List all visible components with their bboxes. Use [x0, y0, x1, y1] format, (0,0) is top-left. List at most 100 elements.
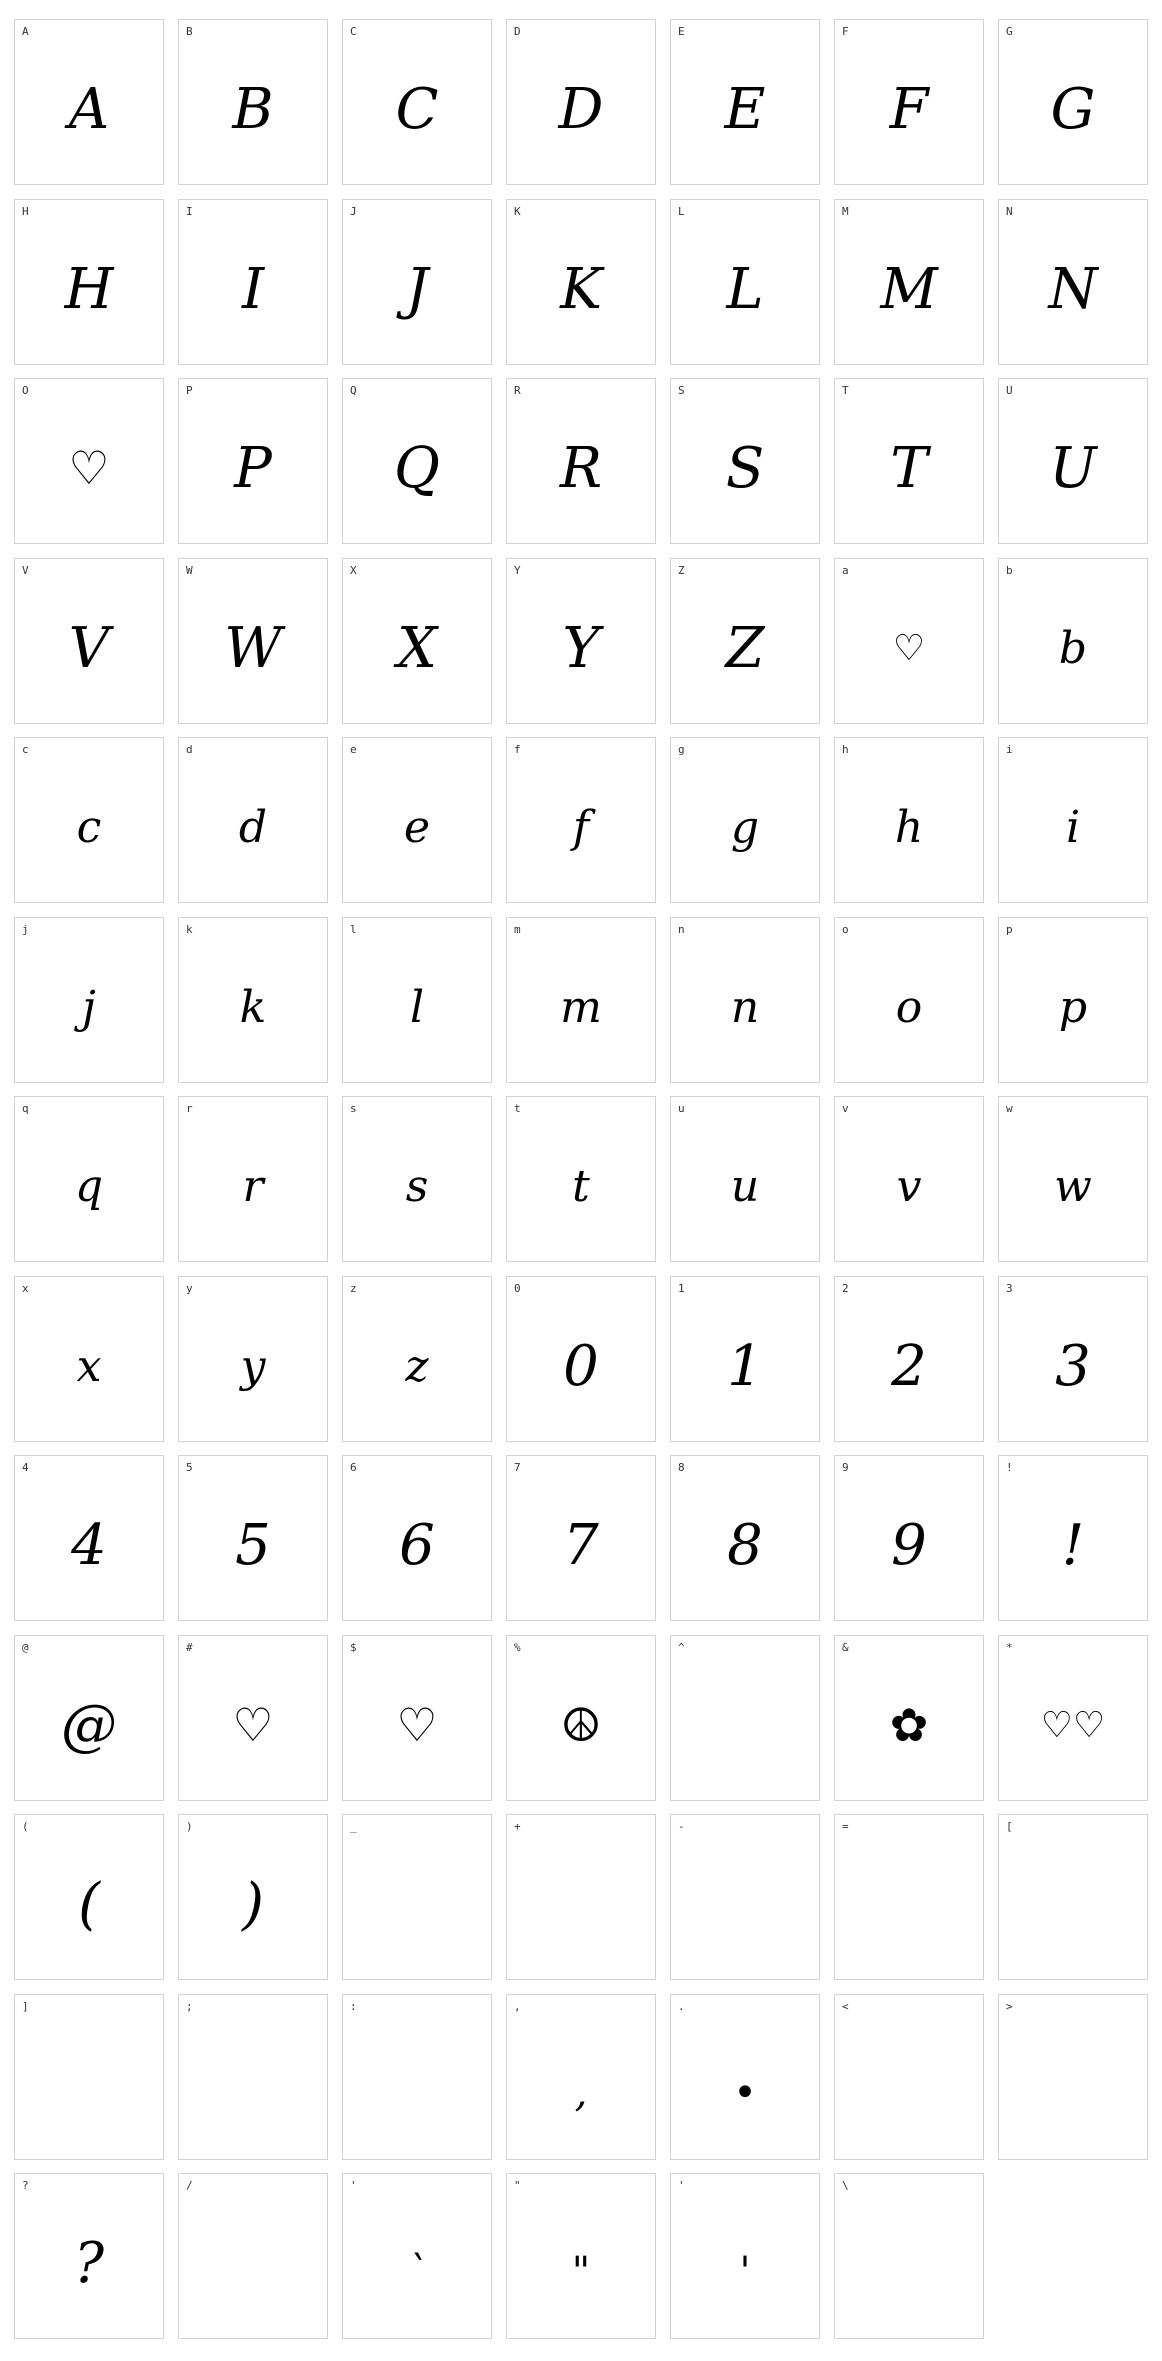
glyph-sample: h [894, 801, 924, 853]
glyph-cell: + [506, 1814, 656, 1980]
glyph-sample: l [409, 981, 425, 1033]
glyph-cell: MM [834, 199, 984, 365]
glyph-cell: gg [670, 737, 820, 903]
glyph-label: n [678, 923, 685, 936]
glyph-cell: PP [178, 378, 328, 544]
glyph-label: W [186, 564, 193, 577]
glyph-label: j [22, 923, 29, 936]
glyph-sample [835, 1837, 983, 1971]
glyph-sample: 0 [563, 1333, 599, 1399]
glyph-cell: # ♡ [178, 1635, 328, 1801]
glyph-label: 4 [22, 1461, 29, 1474]
glyph-cell: ' ' [670, 2173, 820, 2339]
glyph-sample: v [896, 1160, 922, 1212]
glyph-label: O [22, 384, 29, 397]
glyph-cell: vv [834, 1096, 984, 1262]
glyph-cell: ww [998, 1096, 1148, 1262]
glyph-sample: w [1054, 1160, 1092, 1212]
glyph-sample: 3 [1055, 1333, 1091, 1399]
glyph-sample: @ [61, 1692, 117, 1758]
glyph-label: h [842, 743, 849, 756]
glyph-label: v [842, 1102, 849, 1115]
glyph-label: 5 [186, 1461, 193, 1474]
glyph-sample: ☮ [560, 1698, 602, 1752]
glyph-sample: M [880, 256, 938, 322]
glyph-cell: KK [506, 199, 656, 365]
glyph-label: Y [514, 564, 521, 577]
glyph-sample: r [242, 1160, 264, 1212]
glyph-cell: . • [670, 1994, 820, 2160]
glyph-cell: rr [178, 1096, 328, 1262]
glyph-label: - [678, 1820, 685, 1833]
glyph-sample [343, 2017, 491, 2151]
glyph-cell: 55 [178, 1455, 328, 1621]
glyph-cell: 99 [834, 1455, 984, 1621]
glyph-sample: R [559, 435, 603, 501]
glyph-cell: 88 [670, 1455, 820, 1621]
glyph-cell: VV [14, 558, 164, 724]
glyph-cell: O ♡ [14, 378, 164, 544]
glyph-label: < [842, 2000, 849, 2013]
glyph-sample: t [572, 1160, 590, 1212]
glyph-sample: W [224, 615, 282, 681]
glyph-cell: TT [834, 378, 984, 544]
glyph-cell: " " [506, 2173, 656, 2339]
glyph-sample: K [560, 256, 602, 322]
glyph-sample: c [76, 801, 102, 853]
glyph-sample: k [239, 981, 267, 1033]
glyph-cell: oo [834, 917, 984, 1083]
glyph-cell: dd [178, 737, 328, 903]
glyph-cell: & ✿ [834, 1635, 984, 1801]
glyph-cell: > [998, 1994, 1148, 2160]
glyph-label: ( [22, 1820, 29, 1833]
glyph-cell: @ @ [14, 1635, 164, 1801]
glyph-sample: 6 [399, 1512, 435, 1578]
glyph-sample: 7 [563, 1512, 599, 1578]
glyph-label: : [350, 2000, 357, 2013]
glyph-sample: j [82, 981, 96, 1033]
glyph-label: % [514, 1641, 521, 1654]
glyph-sample: q [74, 1160, 104, 1212]
glyph-label: a [842, 564, 849, 577]
glyph-cell: CC [342, 19, 492, 185]
glyph-sample: ` [407, 2249, 427, 2295]
glyph-cell: ii [998, 737, 1148, 903]
glyph-sample: D [558, 76, 604, 142]
glyph-cell: $ ♡ [342, 1635, 492, 1801]
glyph-label: 9 [842, 1461, 849, 1474]
glyph-sample: ♡ [892, 627, 926, 669]
glyph-sample: g [730, 801, 760, 853]
glyph-sample [343, 1837, 491, 1971]
glyph-label: F [842, 25, 849, 38]
glyph-label: [ [1006, 1820, 1013, 1833]
glyph-label: 7 [514, 1461, 521, 1474]
glyph-sample: ( [78, 1871, 100, 1937]
glyph-label: 6 [350, 1461, 357, 1474]
glyph-cell: 00 [506, 1276, 656, 1442]
glyph-label: K [514, 205, 521, 218]
glyph-label: J [350, 205, 357, 218]
glyph-sample: U [1049, 435, 1097, 501]
glyph-sample: F [889, 76, 929, 142]
glyph-label: _ [350, 1820, 357, 1833]
glyph-cell: % ☮ [506, 1635, 656, 1801]
glyph-label: U [1006, 384, 1013, 397]
glyph-sample: G [1050, 76, 1096, 142]
glyph-label: & [842, 1641, 849, 1654]
glyph-cell: (( [14, 1814, 164, 1980]
glyph-cell: ss [342, 1096, 492, 1262]
glyph-label: i [1006, 743, 1013, 756]
glyph-cell: zz [342, 1276, 492, 1442]
glyph-label: . [678, 2000, 685, 2013]
glyph-label: ! [1006, 1461, 1013, 1474]
glyph-cell: pp [998, 917, 1148, 1083]
glyph-cell: yy [178, 1276, 328, 1442]
glyph-cell: II [178, 199, 328, 365]
glyph-label: 8 [678, 1461, 685, 1474]
glyph-sample: p [1058, 981, 1088, 1033]
glyph-cell: ff [506, 737, 656, 903]
glyph-sample: b [1058, 622, 1088, 674]
glyph-label: 0 [514, 1282, 521, 1295]
glyph-sample: ) [242, 1871, 264, 1937]
glyph-label: / [186, 2179, 193, 2192]
